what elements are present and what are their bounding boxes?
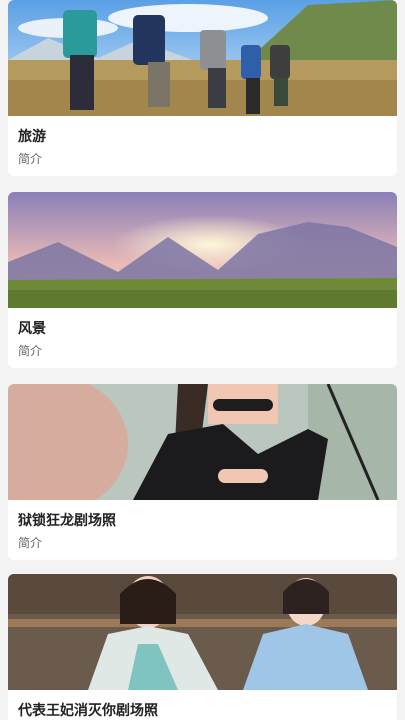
card-scenery[interactable]: 风景 简介 bbox=[8, 192, 397, 368]
card-title: 狱锁狂龙剧场照 bbox=[18, 513, 116, 529]
card-description: 简介 bbox=[18, 152, 43, 166]
card-travel[interactable]: 旅游 简介 bbox=[8, 0, 397, 176]
card-title: 代表王妃消灭你剧场照 bbox=[18, 703, 158, 719]
card-drama-photo-2[interactable]: 代表王妃消灭你剧场照 bbox=[8, 574, 397, 720]
card-feed: 旅游 简介 风景 简介 狱锁狂龙剧场照 简介 代表王妃消灭你剧场照 bbox=[0, 0, 405, 720]
card-description: 简介 bbox=[18, 536, 43, 550]
card-image-actress[interactable] bbox=[8, 384, 397, 500]
card-image-sunset[interactable] bbox=[8, 192, 397, 308]
card-image-hanfu[interactable] bbox=[8, 574, 397, 690]
card-drama-photo-1[interactable]: 狱锁狂龙剧场照 简介 bbox=[8, 384, 397, 560]
card-title: 风景 bbox=[18, 321, 46, 337]
card-description: 简介 bbox=[18, 344, 43, 358]
card-image-hikers[interactable] bbox=[8, 0, 397, 116]
card-title: 旅游 bbox=[18, 129, 46, 145]
